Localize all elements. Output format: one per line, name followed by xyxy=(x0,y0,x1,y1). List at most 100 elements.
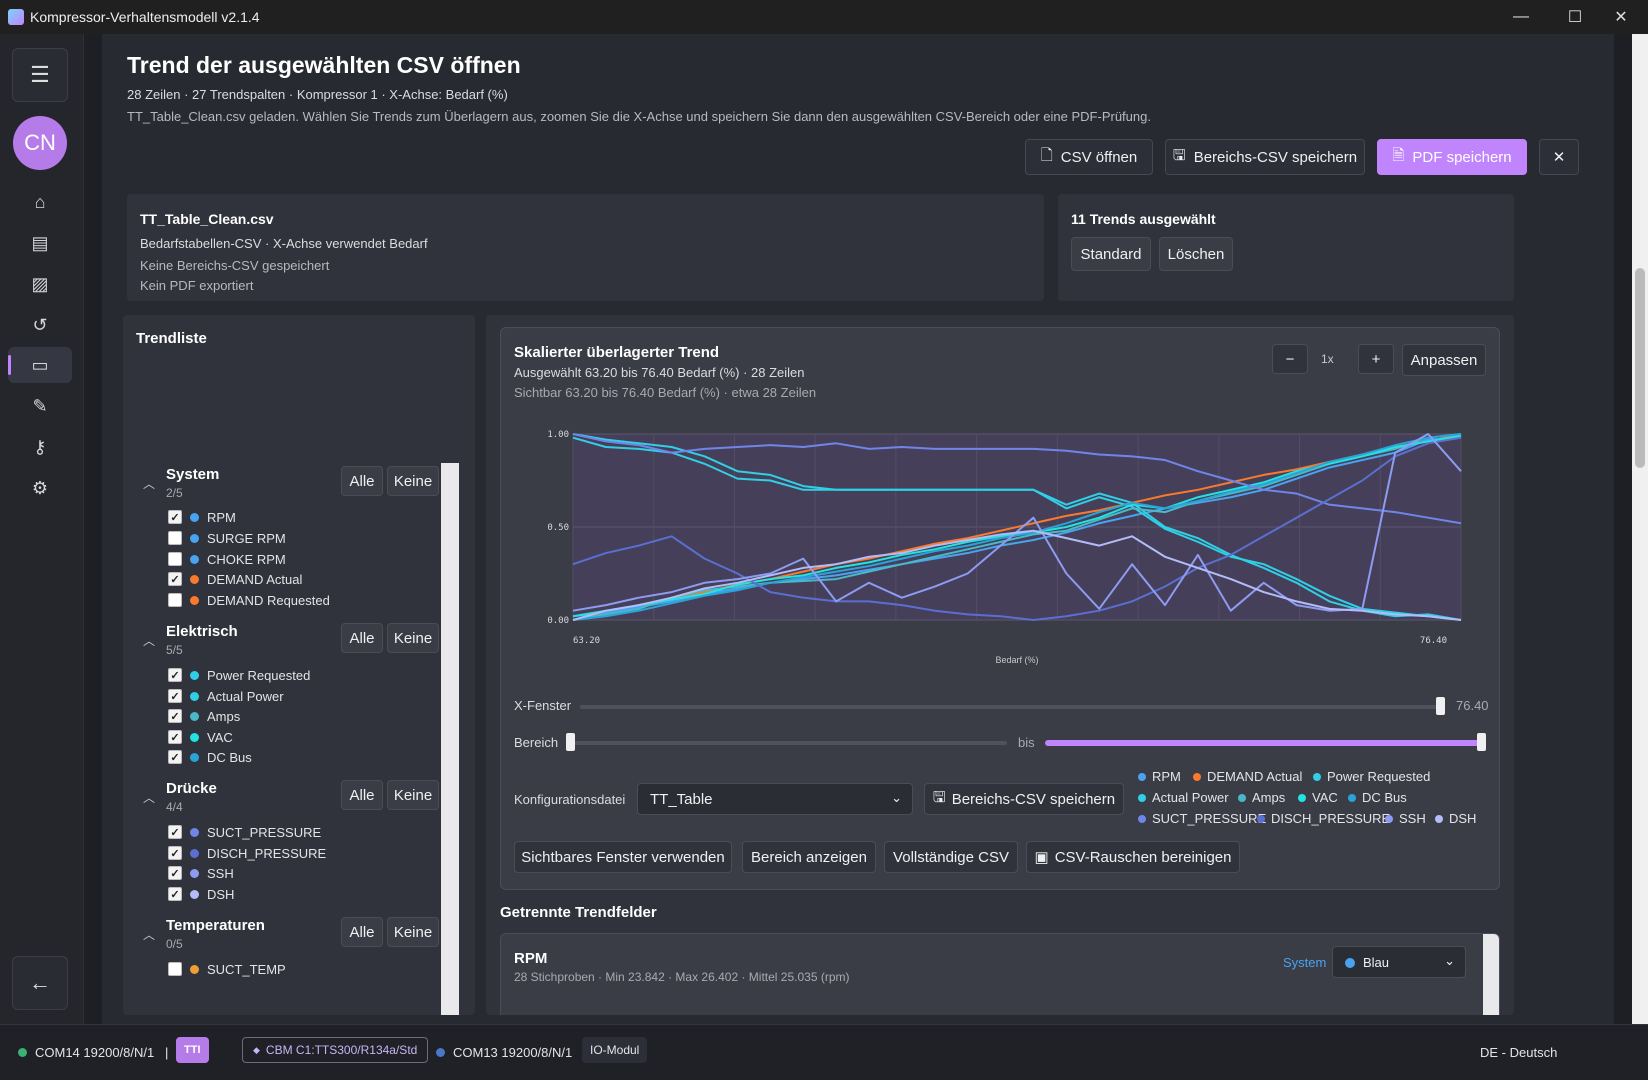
overlay-chart-card: Skalierter überlagerter Trend Ausgewählt… xyxy=(500,327,1500,890)
temperatures-all-button[interactable]: Alle xyxy=(341,917,383,947)
page-scrollbar-thumb[interactable] xyxy=(1635,268,1645,468)
chevron-up-icon[interactable]: ︿ xyxy=(143,789,155,806)
checkbox[interactable]: ✓ xyxy=(168,825,182,839)
trend-item-dc-bus[interactable]: ✓ DC Bus xyxy=(168,748,252,766)
open-csv-button[interactable]: 🗋 CSV öffnen xyxy=(1025,139,1153,175)
trend-item-power-requested[interactable]: ✓ Power Requested xyxy=(168,666,310,684)
activity-icon[interactable]: ▨ xyxy=(8,266,72,302)
trend-item-vac[interactable]: ✓ VAC xyxy=(168,728,233,746)
chart-save-range-csv-button[interactable]: 🖫 Bereichs-CSV speichern xyxy=(924,783,1124,815)
trend-item-suct-temp[interactable]: SUCT_TEMP xyxy=(168,960,286,978)
checkbox[interactable]: ✓ xyxy=(168,668,182,682)
checkbox[interactable]: ✓ xyxy=(168,730,182,744)
trend-item-demand-actual[interactable]: ✓ DEMAND Actual xyxy=(168,570,302,588)
chevron-up-icon[interactable]: ︿ xyxy=(143,475,155,492)
trend-item-rpm[interactable]: ✓ RPM xyxy=(168,508,236,526)
standard-button[interactable]: Standard xyxy=(1071,237,1151,271)
checkbox[interactable]: ✓ xyxy=(168,709,182,723)
range-end-track[interactable] xyxy=(1045,740,1481,746)
electrical-none-button[interactable]: Keine xyxy=(387,623,439,653)
x-axis-label: Bedarf (%) xyxy=(995,655,1038,665)
clear-button[interactable]: Löschen xyxy=(1159,237,1233,271)
gear-icon[interactable]: ⚙ xyxy=(8,470,72,506)
legend-item[interactable]: DC Bus xyxy=(1348,790,1407,805)
hamburger-menu-icon[interactable]: ☰ xyxy=(12,48,68,102)
key-icon[interactable]: ⚷ xyxy=(8,429,72,465)
chevron-up-icon[interactable]: ︿ xyxy=(143,926,155,943)
save-pdf-button[interactable]: 🗎 PDF speichern xyxy=(1377,139,1527,175)
trend-item-actual-power[interactable]: ✓ Actual Power xyxy=(168,687,284,705)
legend-item[interactable]: DSH xyxy=(1435,811,1476,826)
close-window-icon[interactable]: ✕ xyxy=(1594,0,1648,34)
back-arrow-icon[interactable]: ← xyxy=(12,956,68,1010)
range-end-handle[interactable] xyxy=(1477,733,1486,751)
com-port-2[interactable]: COM13 19200/8/N/1 xyxy=(436,1045,572,1060)
document-chart-icon[interactable]: ▤ xyxy=(8,225,72,261)
config-select[interactable]: TT_Table ⌄ xyxy=(637,783,913,815)
trend-label: DEMAND Requested xyxy=(207,592,330,608)
checkbox[interactable]: ✓ xyxy=(168,510,182,524)
checkbox[interactable] xyxy=(168,962,182,976)
pdf-status: Kein PDF exportiert xyxy=(140,278,254,293)
system-none-button[interactable]: Keine xyxy=(387,466,439,496)
checkbox[interactable]: ✓ xyxy=(168,572,182,586)
use-visible-window-button[interactable]: Sichtbares Fenster verwenden xyxy=(514,841,732,873)
trend-item-suct-pressure[interactable]: ✓ SUCT_PRESSURE xyxy=(168,823,321,841)
xwindow-slider-handle[interactable] xyxy=(1436,697,1445,715)
separate-trend-group[interactable]: System xyxy=(1283,955,1326,970)
brush-icon[interactable]: ✎ xyxy=(8,388,72,424)
checkbox[interactable]: ✓ xyxy=(168,866,182,880)
chevron-up-icon[interactable]: ︿ xyxy=(143,632,155,649)
close-button[interactable]: ✕ xyxy=(1539,139,1579,175)
cbm-badge[interactable]: ◆ CBM C1:TTS300/R134a/Std xyxy=(242,1037,429,1063)
trend-item-surge-rpm[interactable]: SURGE RPM xyxy=(168,529,286,547)
save-range-csv-button[interactable]: 🖫 Bereichs-CSV speichern xyxy=(1165,139,1365,175)
trend-screen-icon[interactable]: ▭ xyxy=(8,347,72,383)
avatar[interactable]: CN xyxy=(13,116,67,170)
trend-item-amps[interactable]: ✓ Amps xyxy=(168,707,240,725)
separate-scrollbar[interactable] xyxy=(1483,934,1499,1015)
com-port-1[interactable]: COM14 19200/8/N/1 xyxy=(18,1045,154,1060)
overlay-line-chart[interactable]: 1.00 0.50 0.00 63.20 76.40 Bedarf (%) xyxy=(501,328,1501,688)
legend-item[interactable]: DISCH_PRESSURE xyxy=(1257,811,1390,826)
page-scrollbar[interactable] xyxy=(1632,34,1648,1024)
clean-csv-noise-button[interactable]: ▣ CSV-Rauschen bereinigen xyxy=(1026,841,1240,873)
trend-list-scrollbar[interactable] xyxy=(441,463,459,1015)
trend-item-ssh[interactable]: ✓ SSH xyxy=(168,864,234,882)
range-start-track[interactable] xyxy=(571,741,1007,745)
full-csv-button[interactable]: Vollständige CSV xyxy=(884,841,1018,873)
legend-item[interactable]: Power Requested xyxy=(1313,769,1430,784)
legend-item[interactable]: Actual Power xyxy=(1138,790,1229,805)
electrical-all-button[interactable]: Alle xyxy=(341,623,383,653)
legend-item[interactable]: SSH xyxy=(1385,811,1426,826)
checkbox[interactable]: ✓ xyxy=(168,887,182,901)
range-start-handle[interactable] xyxy=(566,733,575,751)
checkbox[interactable] xyxy=(168,531,182,545)
legend-item[interactable]: RPM xyxy=(1138,769,1181,784)
checkbox[interactable]: ✓ xyxy=(168,689,182,703)
language-indicator[interactable]: DE - Deutsch xyxy=(1480,1045,1557,1060)
pressures-all-button[interactable]: Alle xyxy=(341,780,383,810)
trend-item-demand-requested[interactable]: DEMAND Requested xyxy=(168,591,330,609)
temperatures-none-button[interactable]: Keine xyxy=(387,917,439,947)
legend-item[interactable]: SUCT_PRESSURE xyxy=(1138,811,1266,826)
xwindow-slider-track[interactable] xyxy=(580,705,1440,709)
home-icon[interactable]: ⌂ xyxy=(8,184,72,220)
trend-item-choke-rpm[interactable]: CHOKE RPM xyxy=(168,550,286,568)
trend-item-dsh[interactable]: ✓ DSH xyxy=(168,885,234,903)
checkbox[interactable] xyxy=(168,552,182,566)
minimize-icon[interactable]: — xyxy=(1494,0,1548,34)
history-icon[interactable]: ↺ xyxy=(8,307,72,343)
color-select[interactable]: Blau ⌄ xyxy=(1332,946,1466,978)
checkbox[interactable]: ✓ xyxy=(168,846,182,860)
trend-item-disch-pressure[interactable]: ✓ DISCH_PRESSURE xyxy=(168,844,326,862)
window-titlebar: Kompressor-Verhaltensmodell v2.1.4 — ☐ ✕ xyxy=(0,0,1648,34)
legend-item[interactable]: Amps xyxy=(1238,790,1285,805)
legend-item[interactable]: VAC xyxy=(1298,790,1338,805)
pressures-none-button[interactable]: Keine xyxy=(387,780,439,810)
legend-item[interactable]: DEMAND Actual xyxy=(1193,769,1302,784)
checkbox[interactable] xyxy=(168,593,182,607)
show-range-button[interactable]: Bereich anzeigen xyxy=(742,841,876,873)
system-all-button[interactable]: Alle xyxy=(341,466,383,496)
checkbox[interactable]: ✓ xyxy=(168,750,182,764)
